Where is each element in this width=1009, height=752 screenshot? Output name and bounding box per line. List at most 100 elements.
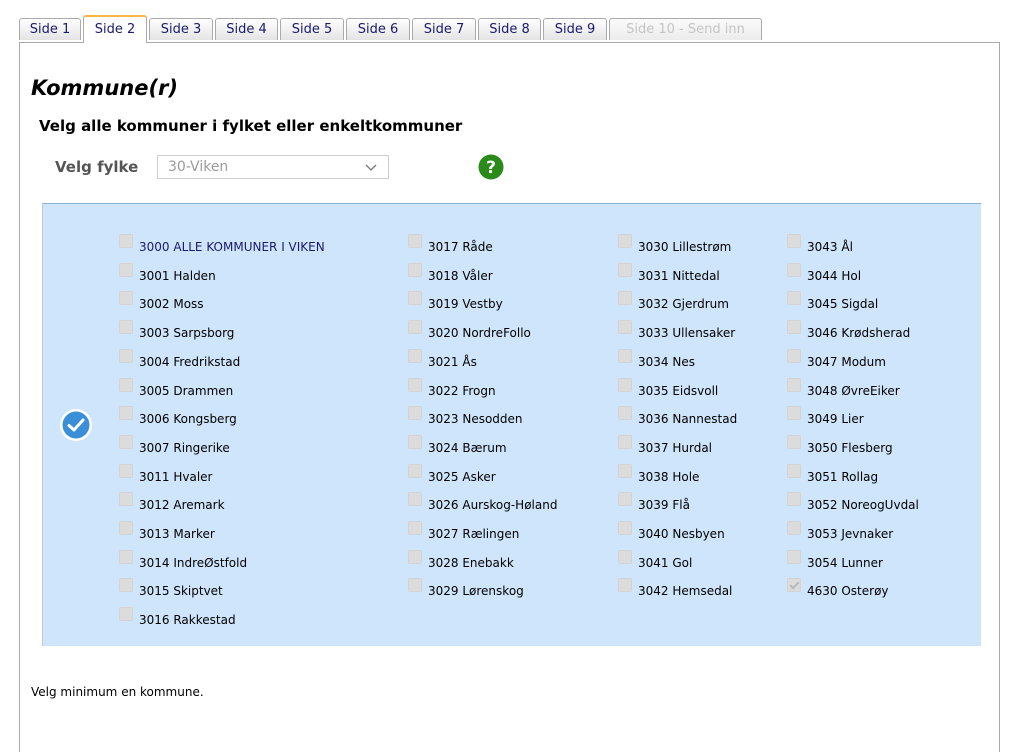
municipality-checkbox[interactable] <box>408 320 422 334</box>
municipality-label: 3046 Krødsherad <box>807 326 911 340</box>
municipality-checkbox[interactable] <box>787 521 801 535</box>
municipality-checkbox[interactable] <box>787 492 801 506</box>
municipality-checkbox[interactable] <box>618 349 632 363</box>
municipality-checkbox[interactable] <box>618 234 632 248</box>
municipality-checkbox[interactable] <box>618 378 632 392</box>
municipality-label: 3018 Våler <box>428 269 493 283</box>
municipality-checkbox[interactable] <box>787 263 801 277</box>
municipality-checkbox[interactable] <box>408 521 422 535</box>
municipality-checkbox[interactable] <box>408 291 422 305</box>
tab-side-9[interactable]: Side 9 <box>543 18 607 40</box>
tab-side-6[interactable]: Side 6 <box>346 18 410 40</box>
municipality-label: 4630 Osterøy <box>807 584 889 598</box>
municipality-label: 3026 Aurskog-Høland <box>428 498 558 512</box>
municipality-checkbox[interactable] <box>119 406 133 420</box>
municipality-label: 3004 Fredrikstad <box>139 355 241 369</box>
municipality-checkbox[interactable] <box>618 406 632 420</box>
municipality-label: 3050 Flesberg <box>807 441 893 455</box>
tab-side-4[interactable]: Side 4 <box>215 18 278 40</box>
municipality-checkbox[interactable] <box>787 406 801 420</box>
municipality-label: 3047 Modum <box>807 355 886 369</box>
municipality-label: 3038 Hole <box>638 470 700 484</box>
municipality-checkbox[interactable] <box>618 550 632 564</box>
municipality-checkbox[interactable] <box>787 435 801 449</box>
municipality-checkbox[interactable] <box>119 378 133 392</box>
municipality-label: 3053 Jevnaker <box>807 527 894 541</box>
municipality-checkbox[interactable] <box>408 263 422 277</box>
municipality-checkbox[interactable] <box>408 578 422 592</box>
municipality-label: 3001 Halden <box>139 269 216 283</box>
municipality-label: 3017 Råde <box>428 240 493 254</box>
tab-side-5[interactable]: Side 5 <box>280 18 344 40</box>
municipality-label: 3027 Rælingen <box>428 527 520 541</box>
municipality-label: 3000 ALLE KOMMUNER I VIKEN <box>139 240 325 254</box>
municipality-label: 3037 Hurdal <box>638 441 713 455</box>
fylke-select[interactable]: 30-Viken <box>157 155 389 179</box>
municipality-checkbox[interactable] <box>119 521 133 535</box>
municipality-label: 3028 Enebakk <box>428 556 514 570</box>
municipality-label: 3054 Lunner <box>807 556 883 570</box>
municipality-checkbox[interactable] <box>787 291 801 305</box>
municipality-label: 3034 Nes <box>638 355 695 369</box>
municipality-checkbox[interactable] <box>618 492 632 506</box>
municipality-checkbox[interactable] <box>119 291 133 305</box>
municipality-checkbox[interactable] <box>119 492 133 506</box>
municipality-checkbox[interactable] <box>618 263 632 277</box>
municipality-checkbox[interactable] <box>787 464 801 478</box>
municipality-checkbox[interactable] <box>408 349 422 363</box>
municipality-label: 3048 ØvreEiker <box>807 384 900 398</box>
municipality-checkbox[interactable] <box>119 550 133 564</box>
municipality-checkbox[interactable] <box>787 578 801 592</box>
municipality-label: 3032 Gjerdrum <box>638 297 729 311</box>
municipality-label: 3013 Marker <box>139 527 215 541</box>
tab-side-1[interactable]: Side 1 <box>19 18 81 40</box>
municipality-checkbox[interactable] <box>618 578 632 592</box>
municipality-checkbox[interactable] <box>787 378 801 392</box>
municipality-checkbox[interactable] <box>119 263 133 277</box>
municipality-checkbox[interactable] <box>618 435 632 449</box>
municipality-checkbox[interactable] <box>119 234 133 248</box>
municipality-checkbox[interactable] <box>408 378 422 392</box>
check-circle-icon[interactable] <box>59 408 93 442</box>
municipality-checkbox[interactable] <box>408 406 422 420</box>
municipality-label: 3015 Skiptvet <box>139 584 223 598</box>
municipality-checkbox[interactable] <box>408 550 422 564</box>
municipality-label: 3020 NordreFollo <box>428 326 531 340</box>
question-mark-icon[interactable]: ? <box>478 154 504 180</box>
municipality-checkbox[interactable] <box>787 320 801 334</box>
tab-side-10: Side 10 - Send inn <box>609 18 762 40</box>
municipality-checkbox[interactable] <box>787 349 801 363</box>
municipality-checkbox[interactable] <box>408 234 422 248</box>
municipality-checkbox[interactable] <box>618 521 632 535</box>
tab-side-7[interactable]: Side 7 <box>412 18 476 40</box>
municipality-label: 3014 IndreØstfold <box>139 556 248 570</box>
municipality-label: 3033 Ullensaker <box>638 326 736 340</box>
page-title: Kommune(r) <box>31 76 179 100</box>
municipality-checkbox[interactable] <box>408 435 422 449</box>
municipality-checkbox[interactable] <box>408 492 422 506</box>
municipality-checkbox[interactable] <box>787 234 801 248</box>
tab-side-8[interactable]: Side 8 <box>478 18 541 40</box>
validation-message: Velg minimum en kommune. <box>31 685 204 699</box>
municipality-checkbox[interactable] <box>119 578 133 592</box>
municipality-checkbox[interactable] <box>618 320 632 334</box>
tab-side-3[interactable]: Side 3 <box>149 18 213 40</box>
tab-side-2[interactable]: Side 2 <box>83 15 147 43</box>
municipality-checkbox[interactable] <box>119 320 133 334</box>
municipality-checkbox[interactable] <box>787 550 801 564</box>
municipality-checkbox[interactable] <box>119 464 133 478</box>
municipality-checkbox[interactable] <box>618 464 632 478</box>
municipality-label: 3040 Nesbyen <box>638 527 725 541</box>
municipality-checkbox[interactable] <box>119 435 133 449</box>
svg-text:?: ? <box>486 158 496 178</box>
municipality-label: 3011 Hvaler <box>139 470 213 484</box>
municipality-checkbox[interactable] <box>408 464 422 478</box>
chevron-down-icon <box>365 164 377 171</box>
municipality-checkbox[interactable] <box>119 349 133 363</box>
municipality-checkbox[interactable] <box>618 291 632 305</box>
municipality-label: 3049 Lier <box>807 412 864 426</box>
fylke-label: Velg fylke <box>55 158 139 176</box>
municipality-label: 3030 Lillestrøm <box>638 240 732 254</box>
municipality-label: 3006 Kongsberg <box>139 412 237 426</box>
municipality-checkbox[interactable] <box>119 607 133 621</box>
